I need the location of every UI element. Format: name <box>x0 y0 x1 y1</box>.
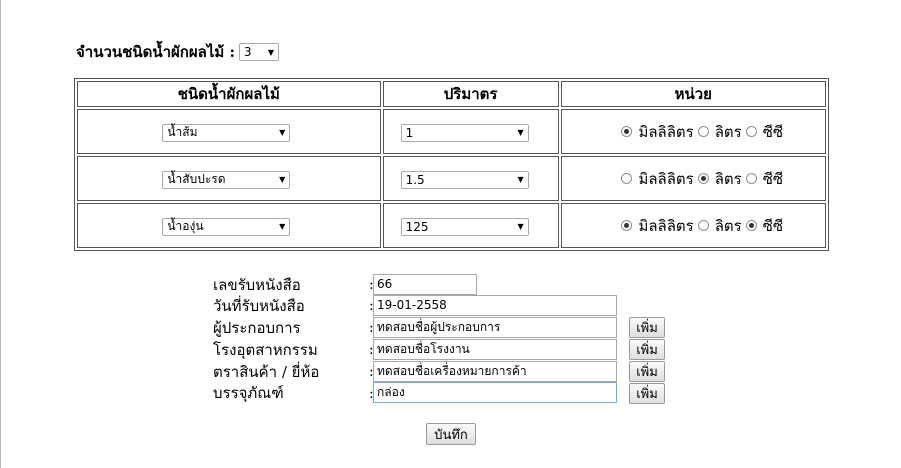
quantity-cell: 1.5 ▼ <box>382 156 559 201</box>
unit-label-cc: ซีซี <box>762 122 784 141</box>
unit-radio-group: มิลลิลิตร ลิตร ซีซี <box>617 214 783 238</box>
operator-input[interactable]: ทดสอบชื่อผู้ประกอบการ <box>373 317 617 338</box>
unit-cell: มิลลิลิตร ลิตร ซีซี <box>560 156 826 201</box>
package-input[interactable]: กล่อง <box>373 382 617 403</box>
unit-label-ml: มิลลิลิตร <box>638 169 694 188</box>
juice-type-select[interactable]: น้ำส้ม ▼ <box>162 123 291 142</box>
unit-label-ml: มิลลิลิตร <box>638 216 694 235</box>
unit-radio-liter[interactable] <box>697 173 709 184</box>
juice-type-value: น้ำสับปะรด <box>167 172 226 187</box>
unit-cell: มิลลิลิตร ลิตร ซีซี <box>560 203 826 248</box>
juice-count-value: 3 <box>244 45 252 59</box>
receipt-number-input[interactable]: 66 <box>373 274 477 295</box>
table-row: น้ำองุ่น ▼ 125 ▼ มิลลิลิตร ลิตร ซีซี <box>77 203 826 248</box>
quantity-value: 1.5 <box>405 172 425 187</box>
quantity-select[interactable]: 1.5 ▼ <box>400 170 529 189</box>
quantity-select[interactable]: 125 ▼ <box>400 217 529 236</box>
unit-radio-group: มิลลิลิตร ลิตร ซีซี <box>617 120 783 144</box>
chevron-down-icon: ▼ <box>267 47 275 57</box>
chevron-down-icon: ▼ <box>279 128 286 138</box>
window-left-edge <box>0 0 1 468</box>
table-row: น้ำสับปะรด ▼ 1.5 ▼ มิลลิลิตร ลิตร ซีซี <box>77 156 826 201</box>
unit-label-liter: ลิตร <box>714 122 742 141</box>
unit-radio-cc[interactable] <box>745 220 757 231</box>
brand-input[interactable]: ทดสอบชื่อเครื่องหมายการค้า <box>373 361 617 382</box>
juice-type-value: น้ำส้ม <box>167 125 198 140</box>
package-label: บรรจุภัณฑ์ <box>213 384 284 402</box>
juice-table: ชนิดน้ำผักผลไม้ ปริมาตร หน่วย น้ำส้ม ▼ 1… <box>74 78 829 251</box>
unit-label-ml: มิลลิลิตร <box>638 122 694 141</box>
header-unit: หน่วย <box>560 81 826 107</box>
add-operator-button[interactable]: เพิ่ม <box>629 317 665 338</box>
unit-radio-liter[interactable] <box>697 126 709 137</box>
juice-type-value: น้ำองุ่น <box>167 219 204 234</box>
add-package-button[interactable]: เพิ่ม <box>629 383 665 404</box>
unit-label-liter: ลิตร <box>714 216 742 235</box>
juice-type-select[interactable]: น้ำองุ่น ▼ <box>162 217 291 236</box>
juice-type-select[interactable]: น้ำสับปะรด ▼ <box>162 170 291 189</box>
operator-label: ผู้ประกอบการ <box>213 319 301 337</box>
unit-radio-cc[interactable] <box>745 126 757 137</box>
unit-label-cc: ซีซี <box>762 216 784 235</box>
unit-cell: มิลลิลิตร ลิตร ซีซี <box>560 109 826 154</box>
juice-cell: น้ำส้ม ▼ <box>77 109 381 154</box>
quantity-value: 125 <box>405 219 429 234</box>
add-brand-button[interactable]: เพิ่ม <box>629 361 665 382</box>
chevron-down-icon: ▼ <box>279 222 286 232</box>
quantity-value: 1 <box>405 125 414 140</box>
unit-radio-ml[interactable] <box>621 173 633 184</box>
quantity-select[interactable]: 1 ▼ <box>400 123 529 142</box>
save-button[interactable]: บันทึก <box>426 423 476 445</box>
juice-count-row: จำนวนชนิดน้ำผักผลไม้ : 3 ▼ <box>76 40 280 64</box>
factory-input[interactable]: ทดสอบชื่อโรงงาน <box>373 339 617 360</box>
header-quantity: ปริมาตร <box>382 81 559 107</box>
quantity-cell: 1 ▼ <box>382 109 559 154</box>
table-header-row: ชนิดน้ำผักผลไม้ ปริมาตร หน่วย <box>77 81 826 107</box>
unit-radio-ml[interactable] <box>621 126 633 137</box>
receipt-date-input[interactable]: 19-01-2558 <box>373 295 617 316</box>
unit-radio-liter[interactable] <box>697 220 709 231</box>
juice-cell: น้ำองุ่น ▼ <box>77 203 381 248</box>
factory-label: โรงอุตสาหกรรม <box>213 341 318 359</box>
juice-count-label: จำนวนชนิดน้ำผักผลไม้ : <box>76 43 236 61</box>
unit-radio-cc[interactable] <box>745 173 757 184</box>
table-row: น้ำส้ม ▼ 1 ▼ มิลลิลิตร ลิตร ซีซี <box>77 109 826 154</box>
juice-cell: น้ำสับปะรด ▼ <box>77 156 381 201</box>
unit-label-cc: ซีซี <box>762 169 784 188</box>
juice-count-select[interactable]: 3 ▼ <box>239 43 280 61</box>
chevron-down-icon: ▼ <box>517 175 524 184</box>
quantity-cell: 125 ▼ <box>382 203 559 248</box>
receipt-date-label: วันที่รับหนังสือ <box>213 297 305 315</box>
chevron-down-icon: ▼ <box>279 175 286 185</box>
add-factory-button[interactable]: เพิ่ม <box>629 339 665 360</box>
chevron-down-icon: ▼ <box>517 128 524 137</box>
unit-radio-group: มิลลิลิตร ลิตร ซีซี <box>617 167 783 191</box>
unit-label-liter: ลิตร <box>714 169 742 188</box>
chevron-down-icon: ▼ <box>517 222 524 231</box>
unit-radio-ml[interactable] <box>621 220 633 231</box>
header-juice-type: ชนิดน้ำผักผลไม้ <box>77 81 381 107</box>
